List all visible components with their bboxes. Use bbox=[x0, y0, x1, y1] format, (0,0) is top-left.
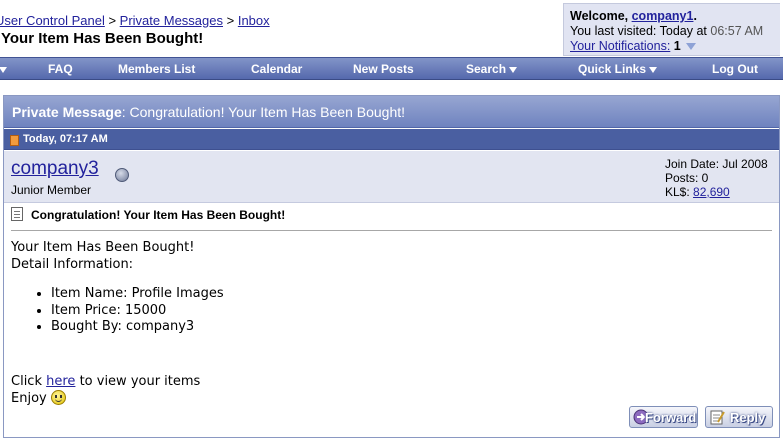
top-header: User Control Panel > Private Messages > … bbox=[0, 0, 783, 56]
divider bbox=[11, 230, 772, 231]
nav-calendar[interactable]: Calendar bbox=[251, 62, 302, 76]
welcome-suffix: . bbox=[693, 9, 697, 23]
message-date: Today, 07:17 AM bbox=[23, 133, 108, 145]
message-body: Your Item Has Been Bought! Detail Inform… bbox=[11, 240, 224, 408]
offline-status-icon bbox=[115, 168, 129, 182]
nav-new-posts[interactable]: New Posts bbox=[353, 62, 414, 76]
body-line: Detail Information: bbox=[11, 256, 134, 272]
author-username-link[interactable]: company3 bbox=[11, 158, 99, 180]
welcome-box: Welcome, company1. You last visited: Tod… bbox=[563, 3, 780, 56]
navbar: FAQ Members List Calendar New Posts Sear… bbox=[0, 57, 783, 80]
welcome-prefix: Welcome, bbox=[570, 9, 629, 23]
join-date: Join Date: Jul 2008 bbox=[665, 157, 768, 171]
nav-log-out[interactable]: Log Out bbox=[712, 62, 758, 76]
welcome-username-link[interactable]: company1 bbox=[632, 9, 694, 23]
last-visited-time: 06:57 AM bbox=[710, 24, 764, 38]
message-subject: Congratulation! Your Item Has Been Bough… bbox=[31, 208, 286, 222]
breadcrumb: User Control Panel > Private Messages > … bbox=[0, 13, 270, 28]
message-date-bar: Today, 07:17 AM bbox=[4, 129, 779, 150]
breadcrumb-separator: > bbox=[226, 13, 235, 28]
forward-button[interactable]: Forward bbox=[629, 406, 698, 428]
author-info-bar: company3 Junior Member Join Date: Jul 20… bbox=[4, 151, 779, 203]
navigation-area: User Control Panel > Private Messages > … bbox=[0, 0, 563, 56]
nav-search[interactable]: Search bbox=[466, 62, 518, 76]
reply-label: Reply bbox=[730, 410, 766, 425]
notifications-count: 1 bbox=[673, 39, 681, 53]
notifications-dropdown-icon[interactable] bbox=[686, 43, 697, 51]
header-label: Private Message bbox=[12, 104, 122, 120]
notifications-link[interactable]: Your Notifications: bbox=[570, 39, 670, 53]
list-item: Bought By: company3 bbox=[51, 319, 224, 336]
chevron-down-icon bbox=[649, 66, 658, 73]
message-subject-row: Congratulation! Your Item Has Been Bough… bbox=[4, 204, 779, 224]
header-subject: : Congratulation! Your Item Has Been Bou… bbox=[121, 104, 406, 120]
private-message-panel: Private Message: Congratulation! Your It… bbox=[3, 95, 780, 438]
enjoy-line: Enjoy bbox=[11, 390, 224, 408]
kl-label: KL$: bbox=[665, 185, 690, 199]
reply-icon bbox=[710, 410, 725, 425]
nav-members-list[interactable]: Members List bbox=[118, 62, 195, 76]
reply-button[interactable]: Reply bbox=[705, 406, 773, 428]
author-title: Junior Member bbox=[11, 183, 92, 197]
view-items-link[interactable]: here bbox=[46, 374, 75, 389]
author-stats: Join Date: Jul 2008 Posts: 0 KL$: 82,690 bbox=[665, 157, 768, 199]
nav-search-label: Search bbox=[466, 62, 507, 76]
nav-quick-links-label: Quick Links bbox=[578, 62, 647, 76]
chevron-down-icon bbox=[509, 66, 518, 73]
detail-list: Item Name: Profile Images Item Price: 15… bbox=[11, 286, 224, 336]
page-title: Your Item Has Been Bought! bbox=[1, 30, 204, 47]
breadcrumb-private-messages[interactable]: Private Messages bbox=[120, 13, 223, 28]
post-count: Posts: 0 bbox=[665, 171, 709, 185]
view-items-line: Click here to view your items bbox=[11, 373, 201, 389]
nav-menu-dropdown-icon[interactable] bbox=[0, 62, 7, 76]
private-message-header: Private Message: Congratulation! Your It… bbox=[4, 96, 779, 128]
document-icon bbox=[11, 207, 23, 221]
nav-faq[interactable]: FAQ bbox=[48, 62, 73, 76]
nav-quick-links[interactable]: Quick Links bbox=[578, 62, 658, 76]
breadcrumb-inbox[interactable]: Inbox bbox=[238, 13, 270, 28]
list-item: Item Name: Profile Images bbox=[51, 286, 224, 303]
kl-value-link[interactable]: 82,690 bbox=[693, 185, 730, 199]
post-icon bbox=[10, 135, 19, 146]
body-line: Your Item Has Been Bought! bbox=[11, 240, 195, 255]
breadcrumb-separator: > bbox=[108, 13, 117, 28]
smiley-icon bbox=[50, 390, 66, 405]
last-visited-label: You last visited: Today at bbox=[570, 24, 707, 38]
breadcrumb-user-control-panel[interactable]: User Control Panel bbox=[0, 13, 105, 28]
forward-label: Forward bbox=[645, 410, 697, 425]
list-item: Item Price: 15000 bbox=[51, 303, 224, 320]
